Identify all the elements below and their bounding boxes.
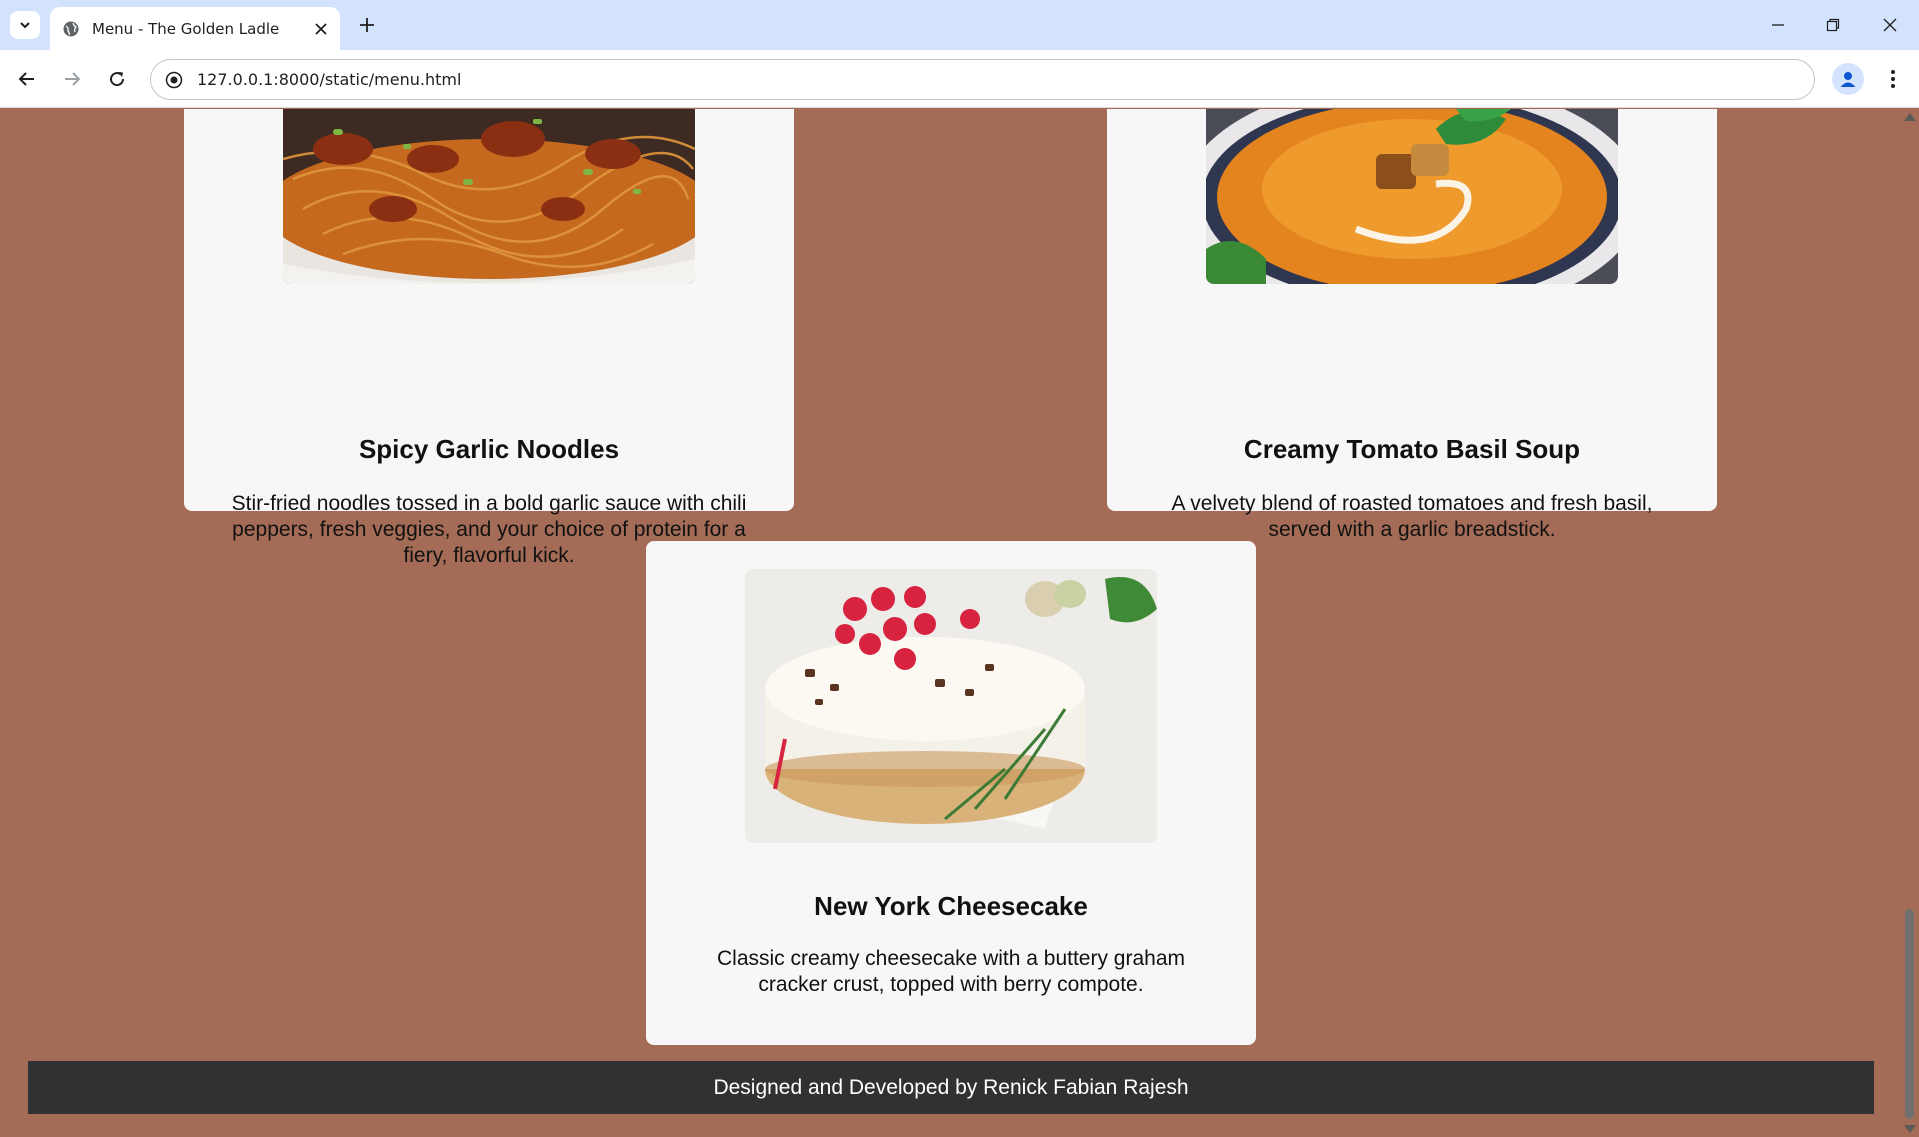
new-tab-button[interactable] (352, 10, 382, 40)
url-text: 127.0.0.1:8000/static/menu.html (197, 70, 462, 89)
reload-icon (110, 72, 125, 87)
address-bar[interactable]: 127.0.0.1:8000/static/menu.html (150, 59, 1815, 100)
menu-card-soup: Creamy Tomato Basil Soup A velvety blend… (1107, 109, 1717, 541)
noodles-image (283, 109, 695, 284)
scrollbar-thumb[interactable] (1905, 909, 1914, 1119)
menu-item-title: Spicy Garlic Noodles (358, 434, 620, 464)
reload-button[interactable] (100, 62, 134, 96)
arrow-left-icon (18, 72, 34, 86)
globe-icon (63, 21, 79, 36)
person-icon (1840, 72, 1856, 87)
profile-button[interactable] (1832, 63, 1864, 95)
footer-credit: Designed and Developed by Renick Fabian … (713, 1075, 1189, 1099)
forward-button[interactable] (55, 62, 89, 96)
browser-menu-button[interactable] (1876, 62, 1910, 96)
active-tab[interactable]: Menu - The Golden Ladle (50, 7, 340, 50)
cheesecake-image (745, 569, 1157, 843)
tab-search-button[interactable] (10, 11, 40, 39)
tab-title: Menu - The Golden Ladle (92, 19, 280, 38)
minimize-icon (1772, 24, 1784, 26)
minimize-button[interactable] (1755, 8, 1801, 42)
scroll-down-arrow-icon[interactable] (1904, 1125, 1916, 1133)
menu-item-description: Classic creamy cheesecake with a buttery… (716, 947, 1186, 996)
close-icon (1883, 18, 1897, 32)
page-scrollbar[interactable] (1900, 109, 1919, 1137)
menu-item-title: New York Cheesecake (814, 891, 1088, 921)
menu-item-description: A velvety blend of roasted tomatoes and … (1171, 492, 1653, 541)
soup-image (1206, 109, 1618, 284)
browser-toolbar: 127.0.0.1:8000/static/menu.html (0, 50, 1919, 108)
page-viewport: Spicy Garlic Noodles Stir-fried noodles … (0, 109, 1900, 1137)
menu-card-noodles: Spicy Garlic Noodles Stir-fried noodles … (184, 109, 794, 567)
close-tab-icon[interactable] (314, 22, 328, 36)
close-window-button[interactable] (1867, 8, 1913, 42)
restore-button[interactable] (1810, 8, 1856, 42)
menu-card-cheesecake: New York Cheesecake Classic creamy chees… (646, 541, 1256, 1045)
browser-tab-strip: Menu - The Golden Ladle (0, 0, 1919, 50)
more-vertical-icon (1891, 70, 1895, 88)
chevron-down-icon (20, 22, 30, 29)
site-info-icon[interactable] (165, 71, 183, 89)
arrow-right-icon (65, 72, 81, 86)
page-footer: Designed and Developed by Renick Fabian … (28, 1061, 1874, 1114)
plus-icon (360, 18, 374, 32)
restore-icon (1826, 18, 1840, 32)
scroll-up-arrow-icon[interactable] (1904, 113, 1916, 121)
menu-item-title: Creamy Tomato Basil Soup (1243, 434, 1581, 464)
back-button[interactable] (10, 62, 44, 96)
